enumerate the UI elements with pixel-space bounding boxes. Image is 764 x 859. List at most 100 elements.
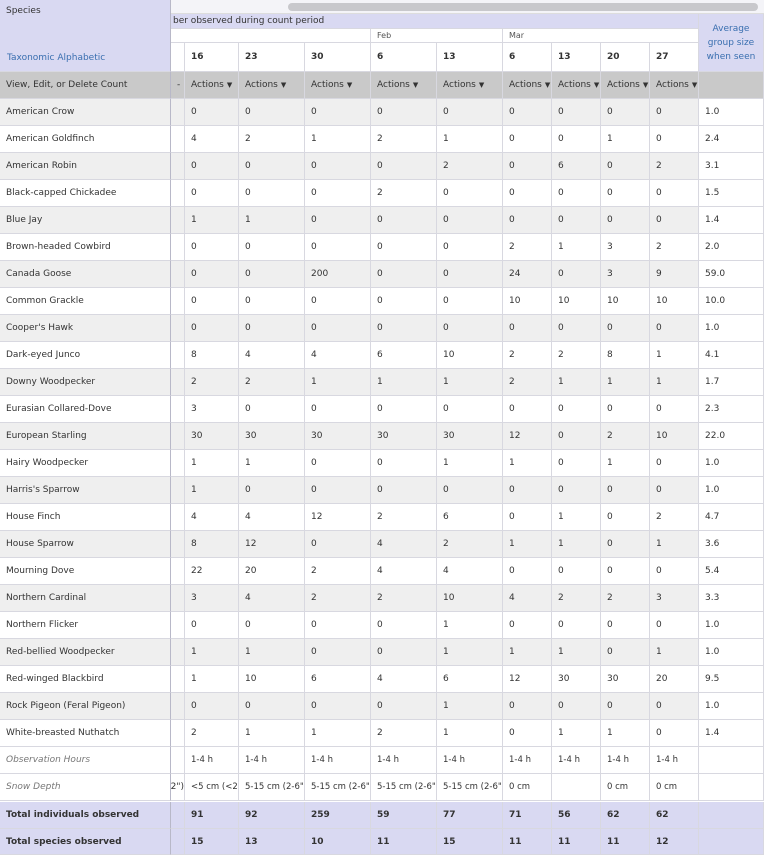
count-cell[interactable]: 1 bbox=[185, 666, 239, 693]
count-cell[interactable]: 0 bbox=[552, 423, 601, 450]
count-cell[interactable]: 1 bbox=[185, 450, 239, 477]
count-cell[interactable]: 0 bbox=[305, 693, 371, 720]
actions-dropdown-8[interactable]: Actions ▼ bbox=[650, 72, 699, 99]
count-cell[interactable]: 0 bbox=[503, 396, 552, 423]
count-cell[interactable]: 4 bbox=[305, 342, 371, 369]
count-cell[interactable]: 0 bbox=[552, 693, 601, 720]
count-cell[interactable]: 4 bbox=[503, 585, 552, 612]
count-cell[interactable]: 20 bbox=[650, 666, 699, 693]
count-cell[interactable]: 10 bbox=[437, 585, 503, 612]
count-cell[interactable]: 0 bbox=[503, 558, 552, 585]
count-cell[interactable]: 0 bbox=[371, 450, 437, 477]
count-cell[interactable]: 0 bbox=[239, 261, 305, 288]
count-cell[interactable]: 2 bbox=[552, 342, 601, 369]
count-cell[interactable]: 0 bbox=[305, 315, 371, 342]
count-cell[interactable]: 0 bbox=[185, 288, 239, 315]
actions-dropdown-2[interactable]: Actions ▼ bbox=[305, 72, 371, 99]
count-cell[interactable]: 200 bbox=[305, 261, 371, 288]
count-cell[interactable]: 4 bbox=[437, 558, 503, 585]
count-cell[interactable]: 12 bbox=[503, 666, 552, 693]
count-cell[interactable]: 0 bbox=[185, 261, 239, 288]
count-cell[interactable]: 0 bbox=[437, 261, 503, 288]
count-cell[interactable]: 1 bbox=[437, 126, 503, 153]
count-cell[interactable]: 1 bbox=[552, 720, 601, 747]
count-cell[interactable]: 24 bbox=[503, 261, 552, 288]
count-cell[interactable]: 0 bbox=[371, 693, 437, 720]
count-cell[interactable]: 0 bbox=[305, 99, 371, 126]
count-cell[interactable]: 3 bbox=[601, 234, 650, 261]
count-cell[interactable]: 22 bbox=[185, 558, 239, 585]
count-cell[interactable]: 8 bbox=[185, 342, 239, 369]
count-cell[interactable]: 6 bbox=[552, 153, 601, 180]
count-cell[interactable]: 2 bbox=[552, 585, 601, 612]
count-cell[interactable]: 0 bbox=[601, 504, 650, 531]
count-cell[interactable]: 1 bbox=[650, 531, 699, 558]
count-cell[interactable]: 4 bbox=[239, 342, 305, 369]
count-cell[interactable]: 0 bbox=[601, 558, 650, 585]
count-cell[interactable]: 1 bbox=[650, 639, 699, 666]
count-cell[interactable]: 2 bbox=[601, 423, 650, 450]
count-cell[interactable]: 0 bbox=[305, 639, 371, 666]
count-cell[interactable]: 0 bbox=[239, 234, 305, 261]
count-cell[interactable]: 3 bbox=[650, 585, 699, 612]
count-cell[interactable]: 20 bbox=[239, 558, 305, 585]
count-cell[interactable]: 1 bbox=[239, 720, 305, 747]
count-cell[interactable]: 0 bbox=[371, 477, 437, 504]
count-cell[interactable]: 0 bbox=[305, 531, 371, 558]
count-cell[interactable]: 2 bbox=[650, 504, 699, 531]
count-cell[interactable]: 30 bbox=[185, 423, 239, 450]
count-cell[interactable]: 0 bbox=[371, 639, 437, 666]
count-cell[interactable]: 10 bbox=[503, 288, 552, 315]
count-cell[interactable]: 2 bbox=[305, 558, 371, 585]
count-cell[interactable]: 0 bbox=[185, 153, 239, 180]
count-cell[interactable]: 0 bbox=[305, 396, 371, 423]
count-cell[interactable]: 0 bbox=[601, 315, 650, 342]
count-cell[interactable]: 0 bbox=[601, 531, 650, 558]
actions-dropdown-1[interactable]: Actions ▼ bbox=[239, 72, 305, 99]
count-cell[interactable]: 1 bbox=[552, 234, 601, 261]
count-cell[interactable]: 8 bbox=[185, 531, 239, 558]
count-cell[interactable]: 0 bbox=[305, 180, 371, 207]
count-cell[interactable]: 12 bbox=[239, 531, 305, 558]
count-cell[interactable]: 0 bbox=[601, 99, 650, 126]
count-cell[interactable]: 1 bbox=[552, 639, 601, 666]
count-cell[interactable]: 1 bbox=[552, 369, 601, 396]
count-cell[interactable]: 1 bbox=[437, 369, 503, 396]
count-cell[interactable]: 0 bbox=[601, 153, 650, 180]
count-cell[interactable]: 0 bbox=[601, 207, 650, 234]
count-cell[interactable]: 1 bbox=[437, 639, 503, 666]
count-cell[interactable]: 0 bbox=[650, 126, 699, 153]
count-cell[interactable]: 0 bbox=[552, 207, 601, 234]
count-cell[interactable]: 30 bbox=[371, 423, 437, 450]
count-cell[interactable]: 0 bbox=[503, 477, 552, 504]
count-cell[interactable]: 0 bbox=[185, 99, 239, 126]
actions-truncated[interactable]: - bbox=[171, 72, 185, 99]
count-cell[interactable]: 10 bbox=[239, 666, 305, 693]
actions-dropdown-3[interactable]: Actions ▼ bbox=[371, 72, 437, 99]
count-cell[interactable]: 1 bbox=[239, 450, 305, 477]
count-cell[interactable]: 0 bbox=[552, 612, 601, 639]
count-cell[interactable]: 0 bbox=[437, 234, 503, 261]
count-cell[interactable]: 0 bbox=[552, 261, 601, 288]
count-cell[interactable]: 4 bbox=[185, 504, 239, 531]
count-cell[interactable]: 0 bbox=[437, 207, 503, 234]
count-cell[interactable]: 0 bbox=[601, 180, 650, 207]
count-cell[interactable]: 0 bbox=[239, 153, 305, 180]
count-cell[interactable]: 10 bbox=[552, 288, 601, 315]
count-cell[interactable]: 30 bbox=[552, 666, 601, 693]
count-cell[interactable]: 0 bbox=[305, 612, 371, 639]
count-cell[interactable]: 1 bbox=[239, 639, 305, 666]
count-cell[interactable]: 0 bbox=[371, 288, 437, 315]
count-cell[interactable]: 1 bbox=[552, 531, 601, 558]
count-cell[interactable]: 2 bbox=[371, 585, 437, 612]
count-cell[interactable]: 6 bbox=[437, 504, 503, 531]
count-cell[interactable]: 1 bbox=[437, 612, 503, 639]
count-cell[interactable]: 12 bbox=[305, 504, 371, 531]
count-cell[interactable]: 0 bbox=[371, 396, 437, 423]
count-cell[interactable]: 0 bbox=[503, 720, 552, 747]
count-cell[interactable]: 0 bbox=[239, 99, 305, 126]
count-cell[interactable]: 2 bbox=[650, 153, 699, 180]
count-cell[interactable]: 6 bbox=[371, 342, 437, 369]
count-cell[interactable]: 0 bbox=[239, 612, 305, 639]
count-cell[interactable]: 0 bbox=[503, 180, 552, 207]
